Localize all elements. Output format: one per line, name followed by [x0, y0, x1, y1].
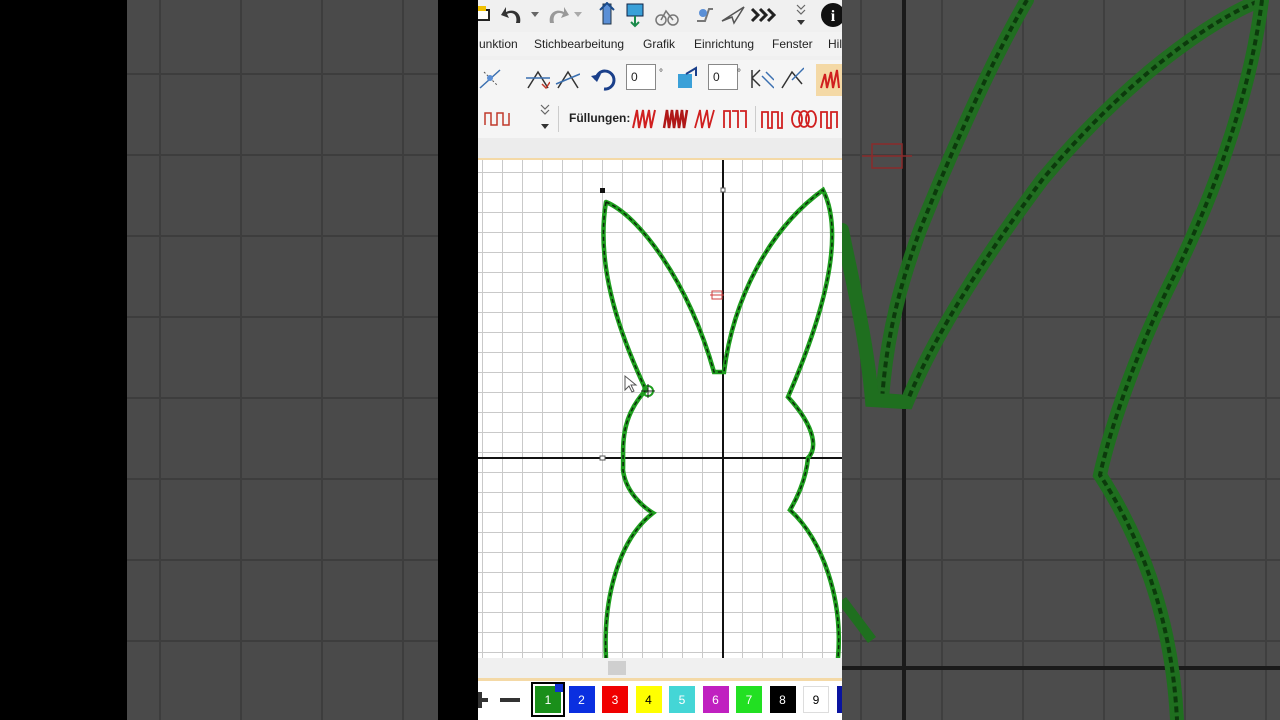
menu-fenster[interactable]: Fenster [772, 37, 813, 51]
print-icon[interactable] [478, 2, 496, 28]
reshape-node-icon[interactable] [554, 66, 580, 92]
rotate-degree-symbol: ° [659, 68, 663, 79]
remove-color-icon[interactable] [496, 687, 524, 713]
mirror-icon[interactable] [748, 66, 774, 92]
background-left-panel [127, 0, 438, 720]
color-swatch-partial[interactable] [836, 686, 842, 713]
send-icon[interactable] [720, 2, 746, 28]
selection-handle[interactable] [600, 188, 605, 193]
menu-bar: unktion Stichbearbeitung Grafik Einricht… [478, 32, 842, 56]
design-canvas[interactable] [478, 160, 842, 658]
thread-color-bar: 123456789 [478, 681, 842, 720]
slant-angle-input[interactable]: 0 [708, 64, 738, 90]
info-icon[interactable]: i [820, 2, 842, 28]
bunny-outline[interactable] [601, 186, 841, 658]
mouse-pointer-icon [624, 374, 638, 393]
square-fill-icon[interactable] [722, 106, 752, 132]
bunny-design[interactable] [478, 160, 842, 658]
stitch-up-icon[interactable] [594, 2, 620, 28]
dense-fill-icon[interactable] [662, 106, 690, 132]
scrollbar-thumb[interactable] [608, 661, 626, 675]
menu-funktion[interactable]: unktion [479, 37, 518, 51]
color-swatch-8[interactable]: 8 [769, 686, 796, 713]
redo-dropdown-icon[interactable] [572, 2, 584, 28]
embroidery-app-window: i unktion Stichbearbeitung Grafik Einric… [478, 0, 842, 720]
fills-toolbar: Füllungen: [478, 100, 842, 138]
menu-grafik[interactable]: Grafik [643, 37, 675, 51]
undo-dropdown-icon[interactable] [528, 2, 542, 28]
transform-toolbar: 0 ° 0 ° [478, 60, 842, 101]
wave-fill-icon[interactable] [819, 106, 842, 132]
slant-degree-symbol: ° [737, 68, 741, 79]
fill-stitch-icon[interactable] [816, 64, 842, 96]
quick-access-toolbar: i [478, 0, 842, 30]
svg-text:i: i [831, 8, 836, 25]
ruler-strip [478, 138, 842, 160]
horizontal-scrollbar[interactable] [478, 658, 842, 681]
menu-einrichtung[interactable]: Einrichtung [694, 37, 754, 51]
fills-label: Füllungen: [569, 111, 631, 125]
running-stitch-icon[interactable] [482, 106, 514, 132]
selection-handle[interactable] [720, 187, 726, 193]
more-icon[interactable] [794, 2, 808, 28]
color-swatch-6[interactable]: 6 [702, 686, 729, 713]
satin-fill-icon[interactable] [631, 106, 659, 132]
background-outline [842, 0, 1280, 720]
slant-icon[interactable] [674, 66, 700, 92]
fills-expand-icon[interactable] [538, 102, 552, 132]
loop-fill-icon[interactable] [790, 106, 818, 132]
color-swatch-2[interactable]: 2 [568, 686, 595, 713]
color-swatch-7[interactable]: 7 [736, 686, 762, 713]
image-icon[interactable] [622, 2, 648, 28]
active-swatch-marker [555, 684, 563, 692]
rotate-angle-input[interactable]: 0 [626, 64, 656, 90]
menu-hilfe[interactable]: Hil [828, 37, 842, 51]
rotate-icon[interactable] [590, 66, 616, 92]
color-swatch-3[interactable]: 3 [602, 686, 628, 713]
align-icon[interactable] [778, 66, 804, 92]
toolbar-divider [558, 106, 559, 132]
redo-icon[interactable] [544, 2, 570, 28]
fast-forward-icon[interactable] [750, 2, 780, 28]
toolbar-divider-2 [755, 106, 756, 132]
color-swatch-4[interactable]: 4 [635, 686, 662, 713]
sew-icon[interactable] [692, 2, 718, 28]
zigzag-fill-icon[interactable] [693, 106, 721, 132]
node-edit-icon[interactable] [478, 66, 504, 92]
selection-handle[interactable] [599, 455, 606, 461]
undo-icon[interactable] [500, 2, 526, 28]
menu-stichbearbeitung[interactable]: Stichbearbeitung [534, 37, 624, 51]
color-swatch-9[interactable]: 9 [803, 686, 829, 713]
reshape-icon[interactable] [524, 66, 550, 92]
bike-icon[interactable] [654, 2, 680, 28]
background-right-panel [842, 0, 1280, 720]
add-color-icon[interactable] [478, 687, 490, 713]
color-swatch-5[interactable]: 5 [669, 686, 695, 713]
step-fill-icon[interactable] [760, 106, 788, 132]
